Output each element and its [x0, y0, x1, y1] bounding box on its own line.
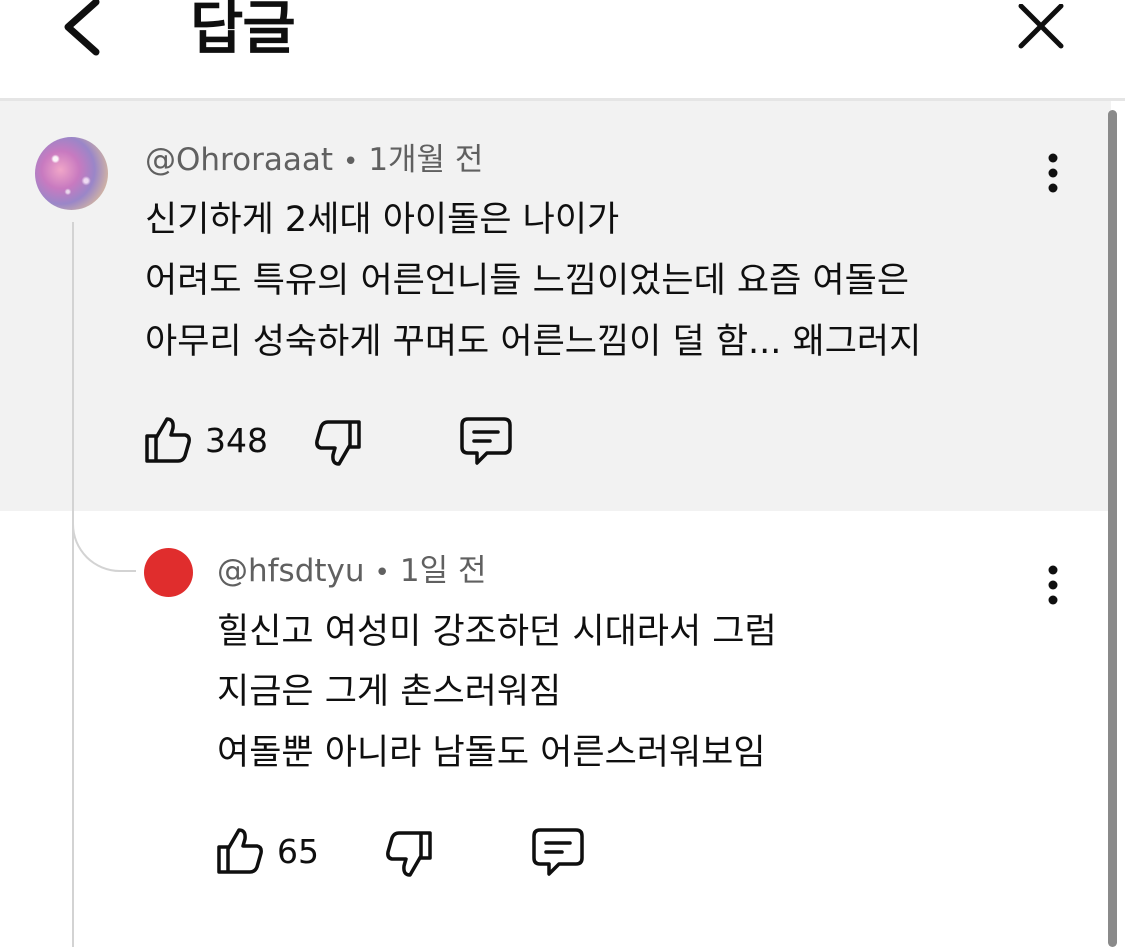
more-options-button[interactable] — [1041, 152, 1065, 194]
reply-button[interactable] — [531, 826, 585, 882]
comment-text-line: 신기하게 2세대 아이돌은 나이가 — [145, 200, 620, 240]
reply-text-line: 지금은 그게 촌스러워짐 — [217, 672, 562, 712]
like-button[interactable] — [215, 826, 265, 880]
comment-icon — [532, 828, 584, 876]
thread-connector — [72, 500, 136, 572]
like-count: 65 — [277, 832, 319, 871]
thumbs-up-icon — [145, 417, 191, 463]
comment-time: 1개월 전 — [368, 142, 484, 178]
author-name[interactable]: @hfsdtyu — [217, 553, 365, 589]
close-button[interactable] — [1015, 3, 1067, 50]
comment-meta: @Ohroraaat • 1개월 전 — [145, 140, 483, 182]
thread-line — [72, 222, 74, 947]
comment-text-line: 어려도 특유의 어른언니들 느낌이었는데 요즘 여돌은 — [145, 261, 910, 301]
back-button[interactable] — [58, 0, 108, 58]
page-title: 답글 — [190, 0, 296, 62]
reply-text-line: 힐신고 여성미 강조하던 시대라서 그럼 — [217, 612, 777, 652]
header-bar: 답글 — [0, 0, 1125, 101]
meta-separator: • — [342, 147, 359, 177]
thumbs-down-icon — [315, 420, 361, 466]
close-icon — [1018, 3, 1064, 49]
like-count: 348 — [205, 421, 268, 460]
avatar[interactable] — [144, 548, 193, 597]
chevron-left-icon — [64, 0, 100, 56]
author-name[interactable]: @Ohroraaat — [145, 142, 333, 178]
comment-text-line: 아무리 성숙하게 꾸며도 어른느낌이 덜 함... 왜그러지 — [145, 322, 922, 362]
reply-time: 1일 전 — [399, 553, 487, 589]
dislike-button[interactable] — [313, 418, 363, 472]
reply-button[interactable] — [459, 415, 513, 471]
more-vert-icon — [1048, 565, 1058, 605]
avatar[interactable] — [35, 137, 108, 210]
like-button[interactable] — [143, 415, 193, 469]
meta-separator: • — [374, 558, 390, 588]
comment-icon — [460, 417, 512, 465]
scrollbar[interactable] — [1108, 110, 1117, 947]
thumbs-down-icon — [386, 831, 432, 877]
reply-meta: @hfsdtyu • 1일 전 — [217, 551, 487, 593]
more-options-button[interactable] — [1041, 564, 1065, 606]
more-vert-icon — [1048, 153, 1058, 193]
dislike-button[interactable] — [384, 829, 434, 883]
reply-text-line: 여돌뿐 아니라 남돌도 어른스러워보임 — [217, 733, 766, 773]
thumbs-up-icon — [217, 828, 263, 874]
